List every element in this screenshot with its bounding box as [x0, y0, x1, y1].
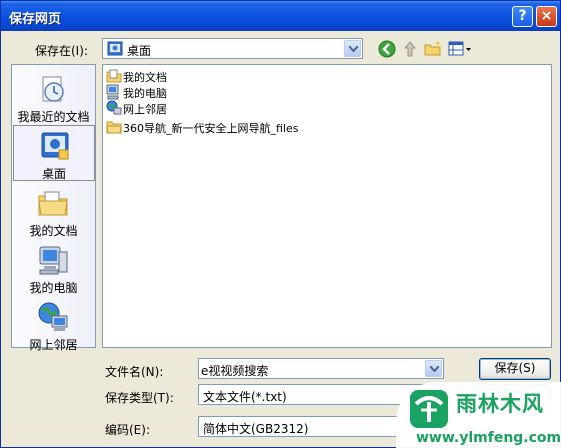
filetype-label: 保存类型(T): [105, 391, 174, 405]
save-button[interactable]: 保存(S) [479, 358, 551, 380]
my-computer-icon [106, 84, 119, 100]
filetype-value: 文本文件(*.txt) [203, 390, 287, 404]
place-network[interactable]: 网上邻居 [12, 297, 95, 353]
place-my-documents[interactable]: 我的文档 [12, 183, 95, 239]
place-label: 桌面 [41, 167, 66, 181]
desktop-icon [41, 132, 69, 160]
view-menu-icon[interactable] [448, 40, 472, 58]
place-label: 网上邻居 [29, 338, 78, 352]
place-desktop[interactable]: 桌面 [13, 125, 95, 181]
file-name: 网上邻居 [123, 103, 167, 116]
file-list[interactable]: 我的文档 我的电脑 网上邻居 360导航_新一代安全上网导航_files [102, 64, 552, 348]
filename-value[interactable]: e视视频搜索 [201, 362, 268, 379]
file-name: 我的电脑 [123, 87, 167, 100]
save-dialog: 保存网页 ? × 保存在(I): 桌面 我最近的文档 桌面 我的文档 我的电脑 … [0, 0, 561, 448]
file-name: 我的文档 [123, 71, 167, 84]
folder-icon [106, 121, 122, 134]
my-computer-icon [39, 246, 68, 275]
place-my-computer[interactable]: 我的电脑 [12, 240, 95, 296]
filename-input[interactable]: e视视频搜索 [198, 358, 444, 379]
filename-label: 文件名(N): [105, 365, 164, 379]
help-button[interactable]: ? [512, 6, 533, 27]
chevron-down-icon[interactable] [425, 360, 442, 377]
chevron-down-icon[interactable] [344, 40, 361, 57]
place-recent-documents[interactable]: 我最近的文档 [12, 69, 95, 125]
watermark-brand: 雨林木风 [456, 392, 544, 416]
place-label: 我的文档 [29, 224, 78, 238]
up-folder-icon[interactable] [401, 40, 419, 58]
encoding-label: 编码(E): [105, 423, 150, 437]
save-in-dropdown[interactable]: 桌面 [102, 38, 363, 59]
window-title: 保存网页 [9, 12, 62, 27]
network-places-icon [38, 302, 68, 331]
new-folder-icon[interactable] [424, 40, 442, 58]
save-in-label: 保存在(I): [35, 44, 88, 58]
my-documents-icon [106, 69, 122, 83]
network-places-icon [106, 100, 122, 115]
file-name: 360导航_新一代安全上网导航_files [123, 122, 299, 135]
back-icon[interactable] [378, 40, 396, 58]
place-label: 我的电脑 [29, 281, 78, 295]
place-label: 我最近的文档 [17, 110, 90, 124]
recent-documents-icon [42, 76, 64, 102]
watermark: 雨林木风 www.ylmfeng.com [396, 382, 561, 448]
watermark-logo-icon [410, 390, 448, 428]
my-documents-icon [38, 191, 68, 216]
places-bar: 我最近的文档 桌面 我的文档 我的电脑 网上邻居 [11, 64, 96, 352]
watermark-url: www.ylmfeng.com [416, 430, 561, 446]
close-button[interactable]: × [536, 6, 557, 27]
encoding-value: 简体中文(GB2312) [203, 422, 309, 436]
title-bar[interactable]: 保存网页 ? × [1, 1, 560, 31]
desktop-icon [107, 41, 123, 56]
save-in-value: 桌面 [127, 44, 152, 58]
